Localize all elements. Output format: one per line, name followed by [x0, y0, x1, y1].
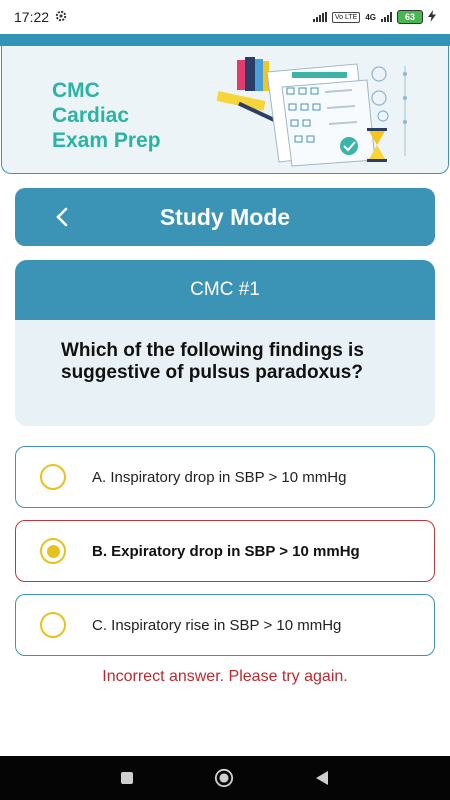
back-nav-button[interactable] [312, 768, 332, 788]
charging-icon [428, 9, 436, 25]
recents-button[interactable] [117, 768, 137, 788]
settings-icon [55, 9, 67, 25]
app-title: CMC Cardiac Exam Prep [52, 79, 161, 152]
app-banner: CMC Cardiac Exam Prep [1, 46, 449, 174]
square-icon [121, 772, 133, 784]
feedback-message: Incorrect answer. Please try again. [102, 668, 348, 685]
radio-dot [46, 544, 60, 558]
option-label: C. Inspiratory rise in SBP > 10 mmHg [92, 616, 342, 634]
circle-icon [214, 768, 234, 788]
cell-signal-icon [381, 12, 392, 22]
system-nav-bar [0, 756, 450, 800]
home-button[interactable] [214, 768, 234, 788]
exam-illustration [216, 57, 407, 167]
option-b[interactable]: B. Expiratory drop in SBP > 10 mmHg [15, 520, 435, 582]
option-label: B. Expiratory drop in SBP > 10 mmHg [92, 542, 360, 560]
radio-button[interactable] [40, 464, 66, 490]
mode-titlebar: Study Mode [15, 188, 435, 246]
status-bar: 17:22 Vo LTE 4G 63 [0, 0, 450, 34]
network-type: 4G [365, 12, 376, 22]
radio-button-selected[interactable] [40, 538, 66, 564]
question-number: CMC #1 [15, 260, 435, 320]
option-label: A. Inspiratory drop in SBP > 10 mmHg [92, 468, 347, 486]
page-title: Study Mode [159, 203, 291, 230]
volte-badge: Vo LTE [331, 11, 361, 23]
chevron-left-icon [56, 207, 68, 227]
triangle-back-icon [316, 771, 328, 785]
question-text: Which of the following findings is sugge… [61, 340, 364, 383]
back-button[interactable] [47, 202, 77, 232]
battery-icon: 63 [397, 10, 423, 24]
radio-button[interactable] [40, 612, 66, 638]
status-time: 17:22 [14, 9, 50, 25]
toolbar-strip [0, 34, 450, 46]
option-a[interactable]: A. Inspiratory drop in SBP > 10 mmHg [15, 446, 435, 508]
wifi-signal-icon [312, 12, 327, 22]
question-card: CMC #1 Which of the following findings i… [15, 260, 435, 426]
option-c[interactable]: C. Inspiratory rise in SBP > 10 mmHg [15, 594, 435, 656]
